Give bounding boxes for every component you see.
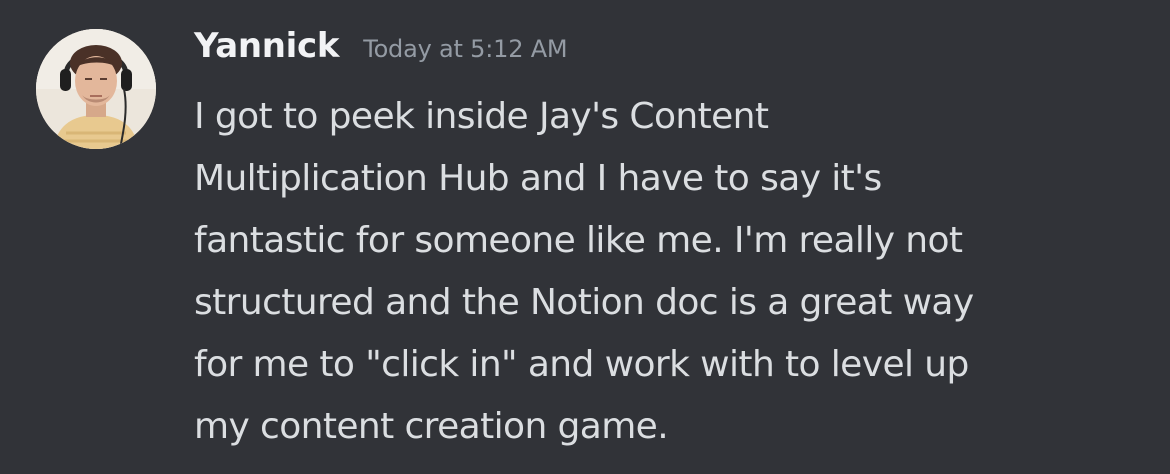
username[interactable]: Yannick bbox=[194, 26, 339, 66]
avatar[interactable] bbox=[36, 29, 156, 149]
timestamp[interactable]: Today at 5:12 AM bbox=[363, 35, 567, 63]
message-header: Yannick Today at 5:12 AM bbox=[194, 26, 568, 76]
chat-message: Yannick Today at 5:12 AM I got to peek i… bbox=[0, 0, 1170, 474]
avatar-image bbox=[36, 29, 156, 149]
message-text: I got to peek inside Jay's Content Multi… bbox=[194, 96, 974, 447]
